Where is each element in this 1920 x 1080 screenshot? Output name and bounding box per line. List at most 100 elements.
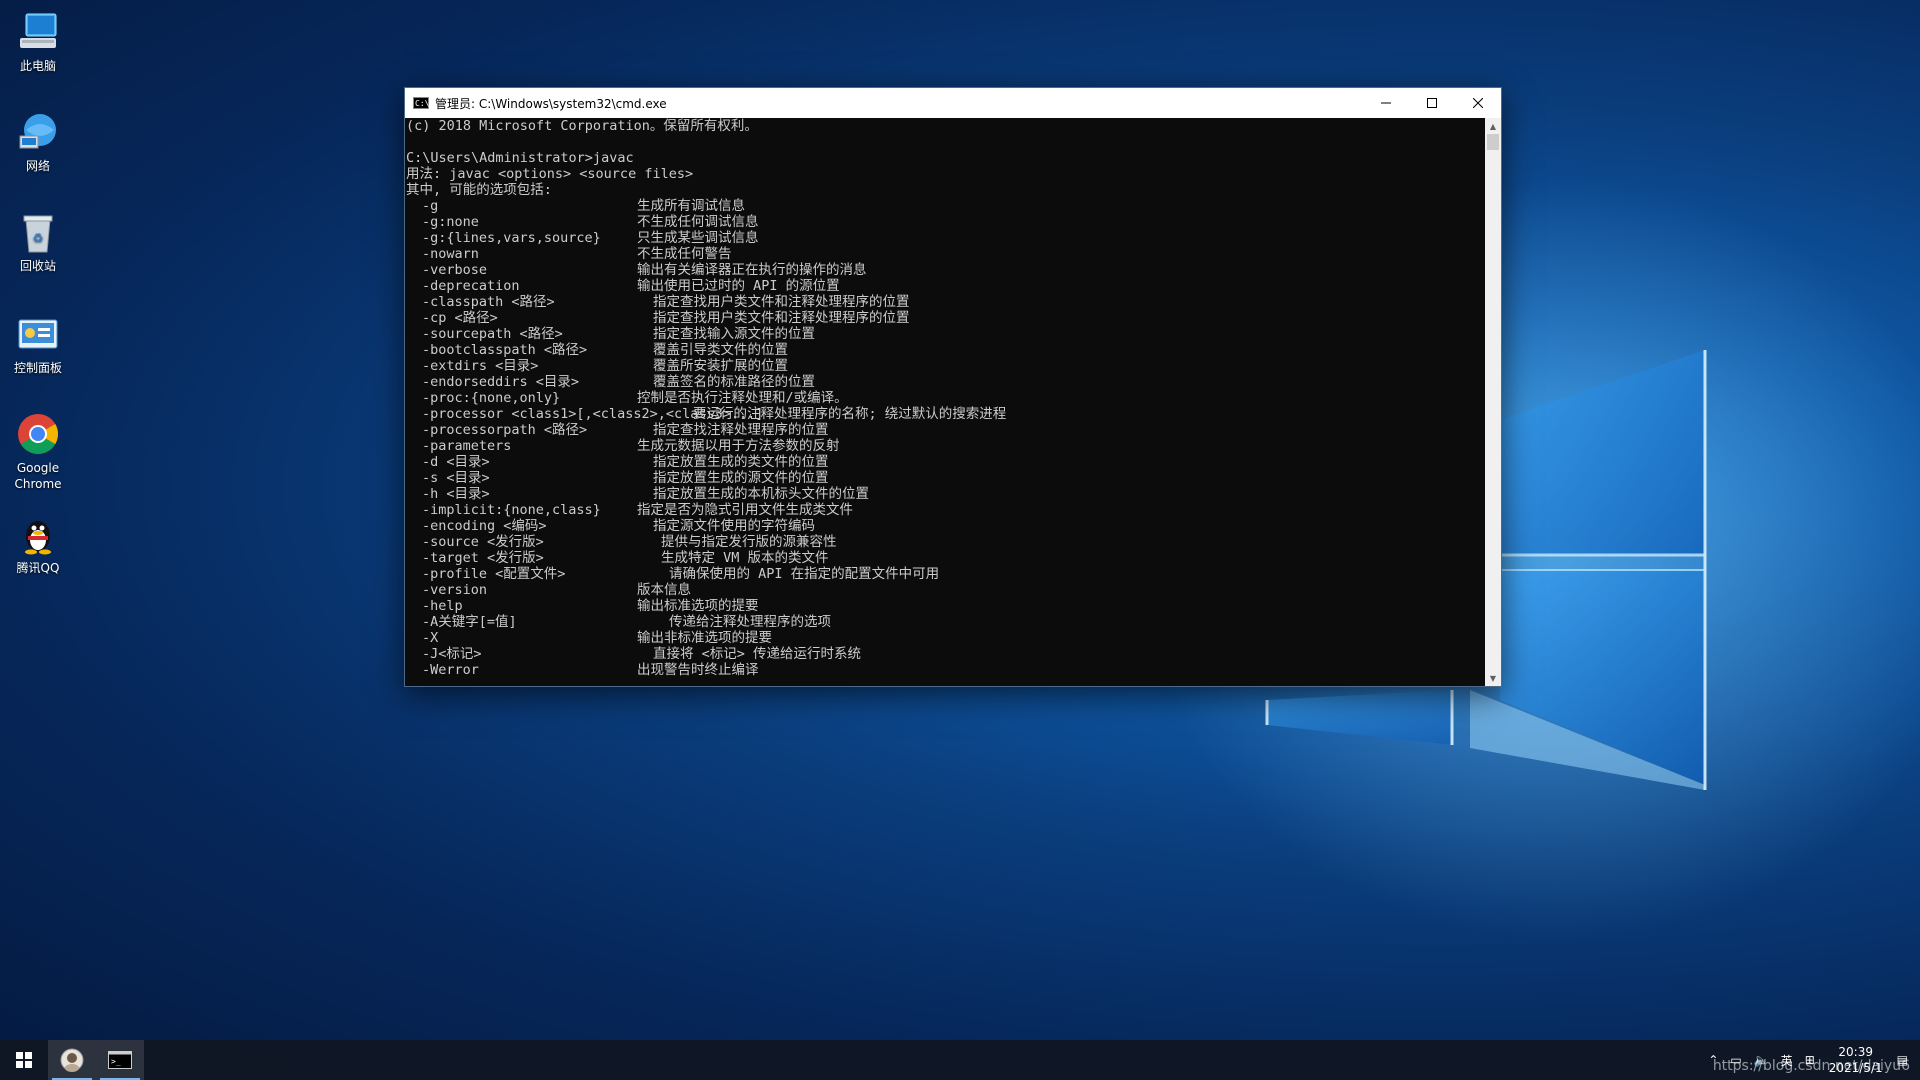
console-option-row: -X 输出非标准选项的提要: [406, 630, 1485, 646]
console-line: 其中, 可能的选项包括:: [406, 182, 552, 198]
maximize-icon: [1427, 98, 1437, 108]
option-description: 覆盖引导类文件的位置: [653, 342, 788, 358]
option-description: 版本信息: [637, 582, 691, 598]
console-option-row: -endorseddirs <目录> 覆盖签名的标准路径的位置: [406, 374, 1485, 390]
chrome-icon: [16, 412, 60, 456]
desktop-icon-recycle-bin[interactable]: ♻ 回收站: [6, 210, 70, 274]
option-flag: -processorpath <路径>: [422, 422, 588, 438]
option-flag: -parameters: [422, 438, 512, 454]
option-description: 生成所有调试信息: [637, 198, 745, 214]
option-flag: -extdirs <目录>: [422, 358, 539, 374]
option-description: 不生成任何调试信息: [637, 214, 759, 230]
window-titlebar[interactable]: C:\ 管理员: C:\Windows\system32\cmd.exe: [405, 88, 1501, 118]
option-description: 输出非标准选项的提要: [637, 630, 772, 646]
option-description: 生成元数据以用于方法参数的反射: [637, 438, 840, 454]
desktop-icon-google-chrome[interactable]: Google Chrome: [6, 412, 70, 492]
option-description: 输出有关编译器正在执行的操作的消息: [637, 262, 867, 278]
console-option-row: -g:none 不生成任何调试信息: [406, 214, 1485, 230]
console-option-row: -s <目录> 指定放置生成的源文件的位置: [406, 470, 1485, 486]
desktop-icon-this-pc[interactable]: 此电脑: [6, 10, 70, 74]
option-flag: -profile <配置文件>: [422, 566, 566, 582]
option-description: 指定查找用户类文件和注释处理程序的位置: [653, 294, 910, 310]
option-flag: -J<标记>: [422, 646, 482, 662]
console-option-row: -sourcepath <路径> 指定查找输入源文件的位置: [406, 326, 1485, 342]
close-button[interactable]: [1455, 88, 1501, 118]
option-flag: -sourcepath <路径>: [422, 326, 563, 342]
svg-text:>_: >_: [111, 1057, 121, 1066]
taskbar-cmd-app[interactable]: >_: [96, 1040, 144, 1080]
desktop-icon-tencent-qq[interactable]: 腾讯QQ: [6, 512, 70, 576]
console-option-row: -extdirs <目录> 覆盖所安装扩展的位置: [406, 358, 1485, 374]
option-flag: -g:none: [422, 214, 479, 230]
option-flag: -encoding <编码>: [422, 518, 547, 534]
console-option-row: -target <发行版> 生成特定 VM 版本的类文件: [406, 550, 1485, 566]
option-flag: -target <发行版>: [422, 550, 544, 566]
option-description: 只生成某些调试信息: [637, 230, 759, 246]
console-option-row: -proc:{none,only} 控制是否执行注释处理和/或编译。: [406, 390, 1485, 406]
option-description: 覆盖签名的标准路径的位置: [653, 374, 815, 390]
option-description: 生成特定 VM 版本的类文件: [661, 550, 829, 566]
computer-icon: [16, 10, 60, 54]
option-flag: -classpath <路径>: [422, 294, 555, 310]
option-flag: -h <目录>: [422, 486, 490, 502]
svg-text:♻: ♻: [33, 231, 44, 245]
console-option-row: -source <发行版> 提供与指定发行版的源兼容性: [406, 534, 1485, 550]
window-title: 管理员: C:\Windows\system32\cmd.exe: [435, 96, 667, 111]
option-flag: -endorseddirs <目录>: [422, 374, 580, 390]
option-flag: -s <目录>: [422, 470, 490, 486]
desktop-icon-control-panel[interactable]: 控制面板: [6, 312, 70, 376]
option-description: 输出使用已过时的 API 的源位置: [637, 278, 840, 294]
option-description: 直接将 <标记> 传递给运行时系统: [653, 646, 862, 662]
option-flag: -g:{lines,vars,source}: [422, 230, 601, 246]
option-flag: -deprecation: [422, 278, 520, 294]
console-option-row: -encoding <编码> 指定源文件使用的字符编码: [406, 518, 1485, 534]
console-option-row: -parameters 生成元数据以用于方法参数的反射: [406, 438, 1485, 454]
option-flag: -proc:{none,only}: [422, 390, 561, 406]
option-description: 出现警告时终止编译: [637, 662, 759, 678]
console-option-row: -classpath <路径> 指定查找用户类文件和注释处理程序的位置: [406, 294, 1485, 310]
maximize-button[interactable]: [1409, 88, 1455, 118]
vertical-scrollbar[interactable]: ▲ ▼: [1485, 118, 1501, 686]
scroll-up-icon[interactable]: ▲: [1485, 118, 1501, 134]
console-output[interactable]: (c) 2018 Microsoft Corporation。保留所有权利。 C:…: [405, 118, 1485, 686]
console-option-row: -profile <配置文件> 请确保使用的 API 在指定的配置文件中可用: [406, 566, 1485, 582]
option-flag: -implicit:{none,class}: [422, 502, 601, 518]
option-description: 覆盖所安装扩展的位置: [653, 358, 788, 374]
console-option-row: -J<标记> 直接将 <标记> 传递给运行时系统: [406, 646, 1485, 662]
console-option-row: -g:{lines,vars,source} 只生成某些调试信息: [406, 230, 1485, 246]
scroll-down-icon[interactable]: ▼: [1485, 670, 1501, 686]
console-option-row: -bootclasspath <路径> 覆盖引导类文件的位置: [406, 342, 1485, 358]
option-description: 指定放置生成的类文件的位置: [653, 454, 829, 470]
option-flag: -version: [422, 582, 488, 598]
console-option-row: -g 生成所有调试信息: [406, 198, 1485, 214]
option-description: 指定查找输入源文件的位置: [653, 326, 815, 342]
option-description: 提供与指定发行版的源兼容性: [661, 534, 837, 550]
desktop-icon-network[interactable]: 网络: [6, 110, 70, 174]
console-option-row: -d <目录> 指定放置生成的类文件的位置: [406, 454, 1485, 470]
console-option-row: -h <目录> 指定放置生成的本机标头文件的位置: [406, 486, 1485, 502]
option-description: 指定是否为隐式引用文件生成类文件: [637, 502, 853, 518]
option-flag: -bootclasspath <路径>: [422, 342, 588, 358]
option-description: 指定放置生成的源文件的位置: [653, 470, 829, 486]
console-option-row: -processor <class1>[,<class2>,<class3>..…: [406, 406, 1485, 422]
console-option-row: -version 版本信息: [406, 582, 1485, 598]
option-description: 指定查找注释处理程序的位置: [653, 422, 829, 438]
minimize-button[interactable]: [1363, 88, 1409, 118]
start-button[interactable]: [0, 1040, 48, 1080]
taskbar-avatar-app[interactable]: [48, 1040, 96, 1080]
qq-icon: [16, 512, 60, 556]
option-description: 指定放置生成的本机标头文件的位置: [653, 486, 869, 502]
console-line: C:\Users\Administrator>javac: [406, 150, 634, 166]
close-icon: [1473, 98, 1483, 108]
scroll-thumb[interactable]: [1487, 134, 1499, 150]
cmd-window[interactable]: C:\ 管理员: C:\Windows\system32\cmd.exe (c)…: [404, 87, 1502, 687]
console-option-row: -implicit:{none,class} 指定是否为隐式引用文件生成类文件: [406, 502, 1485, 518]
recycle-bin-icon: ♻: [16, 210, 60, 254]
option-flag: -d <目录>: [422, 454, 490, 470]
option-flag: -cp <路径>: [422, 310, 498, 326]
console-option-row: -help 输出标准选项的提要: [406, 598, 1485, 614]
control-panel-icon: [16, 312, 60, 356]
option-flag: -help: [422, 598, 463, 614]
console-option-row: -processorpath <路径> 指定查找注释处理程序的位置: [406, 422, 1485, 438]
